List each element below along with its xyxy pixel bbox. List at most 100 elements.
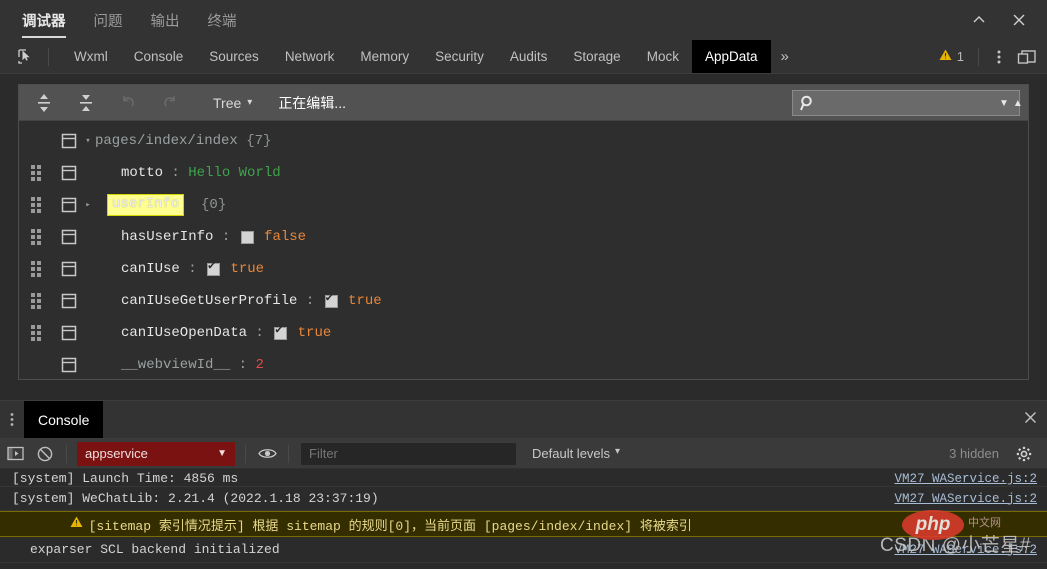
drag-handle[interactable]: [31, 325, 47, 341]
disclosure-triangle-icon[interactable]: ▾: [81, 136, 95, 146]
console-filter-bar: appservice ▼ Default levels ▾ 3 hidden: [0, 439, 1047, 469]
chevron-down-icon: ▼: [217, 448, 227, 459]
table-row[interactable]: canIUseOpenData : true: [19, 317, 1028, 349]
tab-mock[interactable]: Mock: [634, 40, 692, 73]
view-mode-dropdown[interactable]: Tree ▾: [213, 95, 252, 111]
clear-console-icon[interactable]: [30, 442, 60, 466]
disclosure-triangle-icon[interactable]: ▸: [81, 200, 95, 210]
console-sidebar-icon[interactable]: [0, 442, 30, 466]
list-item[interactable]: [sitemap 索引情况提示] 根据 sitemap 的规则[0]，当前页面 …: [0, 511, 1047, 537]
panel-icon: [61, 229, 81, 245]
tab-storage[interactable]: Storage: [560, 40, 633, 73]
console-context-dropdown[interactable]: appservice ▼: [77, 441, 235, 466]
window-tab-debugger[interactable]: 调试器: [22, 10, 66, 40]
console-context-label: appservice: [85, 446, 148, 461]
row-checkbox[interactable]: [274, 324, 288, 340]
more-vertical-icon[interactable]: [0, 412, 24, 427]
row-content: hasUserInfo : false: [121, 229, 307, 245]
console-message-text: exparser SCL backend initialized: [30, 542, 280, 557]
panel-icon: [61, 165, 81, 181]
row-value[interactable]: {0}: [201, 197, 226, 213]
tab-console-drawer[interactable]: Console: [24, 401, 104, 438]
undo-icon: [111, 88, 145, 118]
panel-icon: [61, 197, 81, 213]
triangle-down-icon[interactable]: ▼: [999, 98, 1009, 109]
row-content: canIUseGetUserProfile : true: [121, 292, 382, 310]
table-row[interactable]: canIUse : true: [19, 253, 1028, 285]
close-icon[interactable]: [999, 3, 1039, 37]
row-value[interactable]: Hello World: [188, 165, 280, 181]
window-tab-problems[interactable]: 问题: [94, 10, 123, 40]
devtools-tab-bar: Wxml Console Sources Network Memory Secu…: [0, 40, 1047, 74]
divider: [288, 444, 289, 463]
collapse-all-icon[interactable]: [69, 88, 103, 118]
list-item[interactable]: [system] Launch Time: 4856 ms VM27 WASer…: [0, 469, 1047, 487]
row-value: 2: [255, 357, 264, 373]
root-count: {7}: [246, 133, 272, 149]
list-item[interactable]: [system] WeChatLib: 2.21.4 (2022.1.18 23…: [0, 487, 1047, 511]
console-message-source[interactable]: VM27 WAService.js:2: [894, 492, 1037, 506]
row-value[interactable]: true: [348, 293, 382, 309]
appdata-search[interactable]: ▼ ▲: [792, 90, 1023, 116]
row-key[interactable]: canIUse: [121, 261, 180, 277]
triangle-up-icon[interactable]: ▲: [1013, 98, 1023, 109]
chevron-down-icon: ▾: [247, 97, 253, 108]
more-tabs-icon[interactable]: »: [771, 48, 799, 65]
row-key[interactable]: hasUserInfo: [121, 229, 213, 245]
chevron-up-icon[interactable]: [959, 3, 999, 37]
tab-security[interactable]: Security: [422, 40, 497, 73]
console-levels-dropdown[interactable]: Default levels ▾: [532, 446, 620, 461]
panel-icon: [61, 325, 81, 341]
drag-handle[interactable]: [31, 261, 47, 277]
row-checkbox[interactable]: [207, 260, 221, 276]
tab-network[interactable]: Network: [272, 40, 348, 73]
row-key-editor[interactable]: userInfo: [107, 194, 185, 216]
console-message-text: [sitemap 索引情况提示] 根据 sitemap 的规则[0]，当前页面 …: [88, 518, 692, 534]
row-key[interactable]: motto: [121, 165, 163, 181]
tab-audits[interactable]: Audits: [497, 40, 561, 73]
drag-handle[interactable]: [31, 165, 47, 181]
row-key[interactable]: canIUseOpenData: [121, 325, 247, 341]
window-tab-output[interactable]: 输出: [151, 10, 180, 40]
console-filter-input[interactable]: [301, 442, 516, 465]
console-message-text: [system] Launch Time: 4856 ms: [12, 471, 239, 486]
tab-memory[interactable]: Memory: [347, 40, 422, 73]
row-checkbox[interactable]: [240, 230, 254, 244]
row-value[interactable]: true: [298, 325, 332, 341]
close-icon[interactable]: [1024, 411, 1037, 428]
row-value[interactable]: true: [230, 261, 264, 277]
tab-sources[interactable]: Sources: [196, 40, 272, 73]
gear-icon[interactable]: [1009, 442, 1039, 466]
more-vertical-icon[interactable]: [985, 44, 1013, 70]
tree-row-root[interactable]: ▾ pages/index/index {7}: [19, 125, 1028, 157]
tab-wxml[interactable]: Wxml: [61, 40, 121, 73]
drag-handle[interactable]: [31, 197, 47, 213]
row-key[interactable]: canIUseGetUserProfile: [121, 293, 297, 309]
inspect-element-icon[interactable]: [8, 43, 42, 71]
table-row[interactable]: motto : Hello World: [19, 157, 1028, 189]
panel-icon: [61, 357, 81, 373]
eye-icon[interactable]: [252, 442, 282, 466]
row-value[interactable]: false: [264, 229, 306, 245]
root-path: pages/index/index: [95, 133, 238, 149]
table-row[interactable]: canIUseGetUserProfile : true: [19, 285, 1028, 317]
console-message-source[interactable]: VM27 WAService.js:2: [894, 472, 1037, 486]
window-tab-terminal[interactable]: 终端: [208, 10, 237, 40]
list-item[interactable]: exparser SCL backend initialized VM27 WA…: [0, 537, 1047, 563]
console-message-source[interactable]: VM27 WAService.js:2: [894, 543, 1037, 557]
row-checkbox[interactable]: [324, 292, 338, 308]
search-input[interactable]: [793, 95, 999, 111]
table-row[interactable]: ▸ userInfo {0}: [19, 189, 1028, 221]
tab-appdata[interactable]: AppData: [691, 40, 771, 73]
dock-panel-icon[interactable]: [1013, 44, 1041, 70]
root-label: pages/index/index {7}: [95, 133, 271, 149]
table-row[interactable]: hasUserInfo : false: [19, 221, 1028, 253]
drag-handle[interactable]: [31, 293, 47, 309]
expand-all-icon[interactable]: [27, 88, 61, 118]
drag-handle[interactable]: [31, 229, 47, 245]
tab-console[interactable]: Console: [121, 40, 197, 73]
warning-badge[interactable]: 1: [931, 48, 972, 66]
appdata-tree: ▾ pages/index/index {7} motto : Hello Wo…: [19, 121, 1028, 379]
divider: [66, 444, 67, 463]
table-row[interactable]: __webviewId__ : 2: [19, 349, 1028, 379]
